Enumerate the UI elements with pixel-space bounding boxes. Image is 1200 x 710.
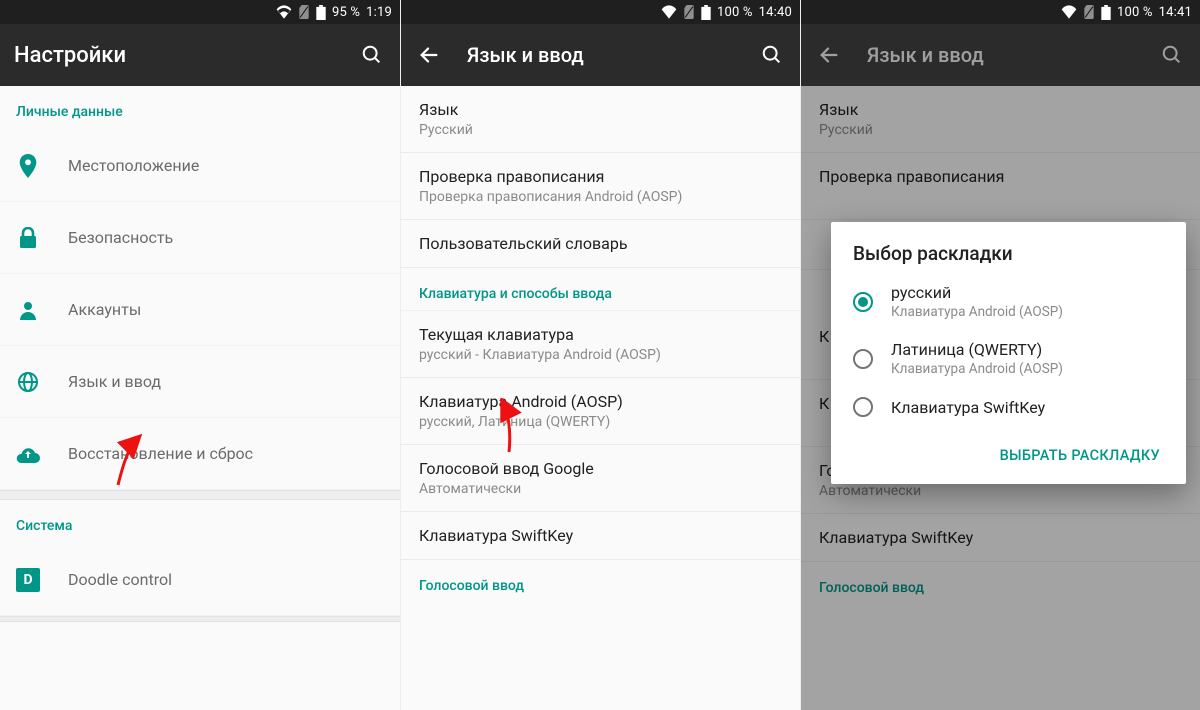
screen-language-input: 100 % 14:40 Язык и ввод Язык Русский Про… (400, 0, 800, 710)
item-label: Язык и ввод (68, 372, 161, 391)
item-security[interactable]: Безопасность (0, 202, 400, 274)
radio-icon (853, 397, 873, 417)
item-google-voice[interactable]: Голосовой ввод Google Автоматически (401, 445, 800, 512)
cloud-upload-icon (16, 442, 40, 466)
item-label: Аккаунты (68, 300, 141, 319)
doodle-icon: D (16, 568, 40, 592)
sim-icon (683, 5, 695, 19)
battery-percent: 100 % (1117, 5, 1153, 20)
section-system: Система (0, 500, 400, 544)
radio-sublabel: Клавиатура Android (AOSP) (891, 304, 1063, 320)
status-bar: 95 % 1:19 (0, 0, 400, 24)
settings-list: Личные данные Местоположение Безопасност… (0, 86, 400, 710)
radio-label: Латиница (QWERTY) (891, 340, 1063, 359)
search-icon[interactable] (358, 41, 386, 69)
item-doodle[interactable]: D Doodle control (0, 544, 400, 616)
item-current-keyboard[interactable]: Текущая клавиатура русский - Клавиатура … (401, 311, 800, 378)
radio-sublabel: Клавиатура Android (AOSP) (891, 361, 1063, 377)
section-personal: Личные данные (0, 86, 400, 130)
clock: 14:40 (759, 5, 792, 20)
divider (0, 490, 400, 500)
search-icon[interactable] (1158, 41, 1186, 69)
item-title: Клавиатура SwiftKey (419, 526, 782, 545)
location-icon (16, 154, 40, 178)
wifi-icon (276, 5, 292, 19)
item-title: Проверка правописания (419, 167, 782, 186)
radio-icon (853, 292, 873, 312)
item-location[interactable]: Местоположение (0, 130, 400, 202)
clock: 1:19 (366, 5, 392, 20)
battery-icon (316, 5, 326, 20)
person-icon (16, 298, 40, 322)
radio-option-swiftkey[interactable]: Клавиатура SwiftKey (839, 387, 1178, 427)
item-title: Клавиатура Android (AOSP) (419, 392, 782, 411)
item-swiftkey[interactable]: Клавиатура SwiftKey (401, 512, 800, 560)
layout-dialog: Выбор раскладки русский Клавиатура Andro… (831, 222, 1186, 484)
screen-settings: 95 % 1:19 Настройки Личные данные Местоп… (0, 0, 400, 710)
radio-option-latin[interactable]: Латиница (QWERTY) Клавиатура Android (AO… (839, 330, 1178, 387)
item-title: Пользовательский словарь (419, 234, 782, 253)
page-title: Язык и ввод (467, 43, 734, 67)
page-title: Язык и ввод (867, 43, 1134, 67)
radio-label: Клавиатура SwiftKey (891, 398, 1045, 417)
radio-option-russian[interactable]: русский Клавиатура Android (AOSP) (839, 273, 1178, 330)
back-icon[interactable] (415, 41, 443, 69)
item-subtitle: Русский (419, 122, 782, 138)
language-list: Язык Русский Проверка правописания Прове… (401, 86, 800, 710)
globe-icon (16, 370, 40, 394)
battery-percent: 100 % (717, 5, 753, 20)
back-icon[interactable] (815, 41, 843, 69)
battery-icon (701, 5, 711, 20)
item-title: Текущая клавиатура (419, 325, 782, 344)
lock-icon (16, 226, 40, 250)
screen-layout-dialog: 100 % 14:41 Язык и ввод Язык Русский Про… (800, 0, 1200, 710)
app-bar: Язык и ввод (401, 24, 800, 86)
item-language[interactable]: Язык и ввод (0, 346, 400, 418)
radio-icon (853, 349, 873, 369)
app-bar: Настройки (0, 24, 400, 86)
item-label: Безопасность (68, 228, 173, 247)
sim-icon (298, 5, 310, 19)
app-bar: Язык и ввод (801, 24, 1200, 86)
clock: 14:41 (1159, 5, 1192, 20)
wifi-icon (1061, 5, 1077, 19)
status-bar: 100 % 14:40 (401, 0, 800, 24)
item-label: Восстановление и сброс (68, 444, 253, 463)
battery-icon (1101, 5, 1111, 20)
item-title: Голосовой ввод Google (419, 459, 782, 478)
item-label: Doodle control (68, 570, 172, 589)
battery-percent: 95 % (332, 5, 360, 20)
item-label: Местоположение (68, 156, 199, 175)
item-spellcheck[interactable]: Проверка правописания Проверка правописа… (401, 153, 800, 220)
sim-icon (1083, 5, 1095, 19)
item-subtitle: Автоматически (419, 481, 782, 497)
item-subtitle: русский - Клавиатура Android (AOSP) (419, 347, 782, 363)
item-language[interactable]: Язык Русский (401, 86, 800, 153)
status-bar: 100 % 14:41 (801, 0, 1200, 24)
section-keyboard: Клавиатура и способы ввода (401, 268, 800, 311)
item-subtitle: русский, Латиница (QWERTY) (419, 414, 782, 430)
search-icon[interactable] (758, 41, 786, 69)
select-layout-button[interactable]: Выбрать раскладку (992, 441, 1168, 470)
item-dictionary[interactable]: Пользовательский словарь (401, 220, 800, 268)
item-accounts[interactable]: Аккаунты (0, 274, 400, 346)
item-backup[interactable]: Восстановление и сброс (0, 418, 400, 490)
item-subtitle: Проверка правописания Android (AOSP) (419, 189, 782, 205)
item-aosp-keyboard[interactable]: Клавиатура Android (AOSP) русский, Латин… (401, 378, 800, 445)
section-voice: Голосовой ввод (401, 560, 800, 602)
item-title: Язык (419, 100, 782, 119)
radio-label: русский (891, 283, 1063, 302)
divider (0, 616, 400, 622)
dialog-title: Выбор раскладки (839, 242, 1178, 273)
page-title: Настройки (14, 43, 334, 68)
wifi-icon (661, 5, 677, 19)
dialog-actions: Выбрать раскладку (839, 427, 1178, 476)
